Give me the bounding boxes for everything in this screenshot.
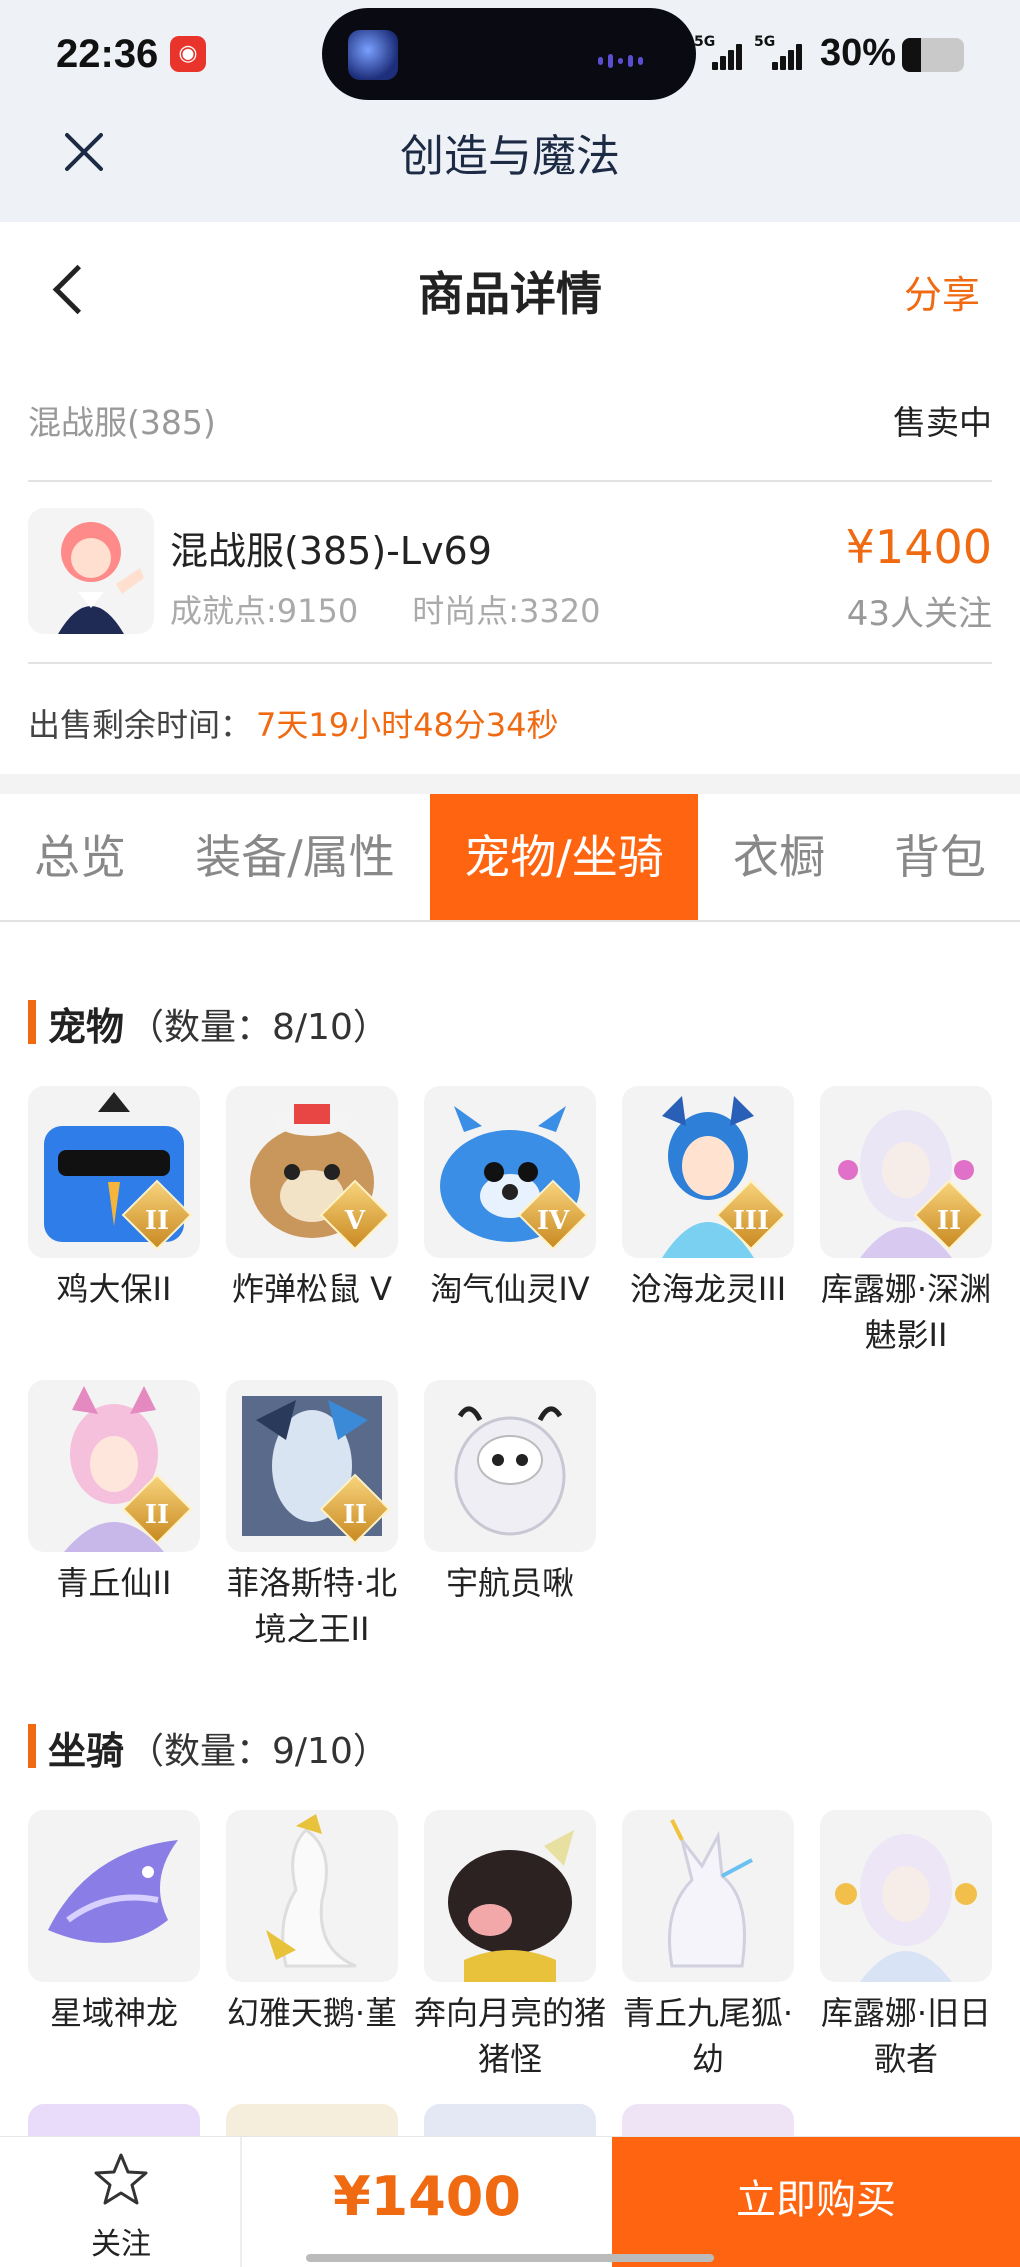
followers-count: 43人关注 — [846, 594, 992, 634]
sale-status: 售卖中 — [893, 403, 992, 442]
bottom-price: ¥1400 — [333, 2165, 521, 2228]
mount-thumbnail — [226, 1810, 398, 1982]
mount-item[interactable]: 幻雅天鹅·堇 — [226, 1810, 398, 2036]
battery-percent: 30% — [820, 32, 897, 74]
app-title: 创造与魔法 — [400, 131, 620, 182]
mount-item[interactable]: 库露娜·旧日歌者 — [820, 1810, 992, 2082]
pet-item[interactable]: V 炸弹松鼠 V — [226, 1086, 398, 1312]
netease-cloud-music-icon: ◉ — [170, 36, 206, 72]
status-time: 22:36 — [56, 32, 159, 76]
pet-thumbnail: II — [820, 1086, 992, 1258]
mount-thumbnail — [622, 1810, 794, 1982]
pets-count: （数量：8/10） — [128, 1007, 389, 1048]
share-button[interactable]: 分享 — [904, 264, 980, 319]
character-row[interactable]: 混战服(385)-Lv69 成就点:9150 时尚点:3320 ¥1400 43人… — [0, 484, 1020, 662]
mount-item[interactable]: 奔向月亮的猪猪怪 — [414, 1810, 606, 2082]
status-bar: 22:36 ◉ 5G 5G 30% — [0, 0, 1020, 110]
signal-2-icon: 5G — [754, 34, 808, 70]
pet-name: 鸡大保II — [56, 1270, 172, 1308]
pet-item[interactable]: III 沧海龙灵III — [622, 1086, 794, 1312]
music-app-icon — [348, 30, 398, 80]
dynamic-island[interactable] — [322, 8, 696, 100]
app-header: 创造与魔法 — [0, 110, 1020, 222]
pet-item[interactable]: II 库露娜·深渊魅影II — [820, 1086, 992, 1358]
mount-name: 库露娜·旧日歌者 — [820, 1994, 992, 2078]
pet-name: 青丘仙II — [56, 1564, 172, 1602]
follow-label: 关注 — [91, 2227, 151, 2262]
detail-tabs: 总览 装备/属性 宠物/坐骑 衣橱 背包 — [0, 794, 1020, 922]
tab-overview[interactable]: 总览 — [0, 794, 160, 920]
server-row: 混战服(385) 售卖中 — [0, 352, 1020, 482]
mount-name: 青丘九尾狐·幼 — [622, 1994, 794, 2078]
tab-backpack[interactable]: 背包 — [860, 794, 1020, 920]
star-icon — [94, 2153, 148, 2205]
audio-wave-icon — [598, 50, 656, 68]
mount-name: 星域神龙 — [49, 1994, 178, 2032]
divider — [28, 480, 992, 482]
character-price: ¥1400 — [845, 520, 992, 574]
sale-time-label: 出售剩余时间： — [28, 706, 253, 744]
pet-tier: V — [344, 1206, 366, 1236]
section-accent-bar — [28, 1724, 36, 1768]
pets-title: 宠物 — [48, 1005, 125, 1049]
mount-item[interactable]: 青丘九尾狐·幼 — [622, 1810, 794, 2082]
pet-item[interactable]: II 青丘仙II — [28, 1380, 200, 1606]
pet-thumbnail — [424, 1380, 596, 1552]
pet-name: 菲洛斯特·北境之王II — [226, 1564, 398, 1648]
mounts-title: 坐骑 — [48, 1729, 125, 1773]
home-indicator[interactable] — [306, 2254, 714, 2262]
pet-tier: II — [342, 1500, 368, 1530]
pet-tier: III — [732, 1206, 770, 1236]
battery-icon — [902, 38, 964, 72]
section-gap — [0, 774, 1020, 794]
pet-thumbnail: II — [28, 1380, 200, 1552]
pet-name: 库露娜·深渊魅影II — [820, 1270, 992, 1354]
tab-equipment[interactable]: 装备/属性 — [160, 794, 430, 920]
pet-tier: II — [144, 1500, 170, 1530]
pet-item[interactable]: 宇航员啾 — [424, 1380, 596, 1606]
pet-name: 宇航员啾 — [445, 1564, 574, 1602]
pet-thumbnail: V — [226, 1086, 398, 1258]
achievement-points: 成就点:9150 — [170, 592, 359, 630]
pet-thumbnail: II — [226, 1380, 398, 1552]
mount-thumbnail — [424, 1810, 596, 1982]
character-name: 混战服(385)-Lv69 — [170, 529, 492, 573]
sale-time-row: 出售剩余时间： 7天19小时48分34秒 — [0, 664, 1020, 774]
fashion-points: 时尚点:3320 — [412, 592, 601, 630]
pet-name: 炸弹松鼠 V — [231, 1270, 393, 1308]
pet-thumbnail: IV — [424, 1086, 596, 1258]
buy-now-button[interactable]: 立即购买 — [612, 2137, 1020, 2267]
pet-tier: IV — [536, 1206, 570, 1236]
pet-thumbnail: III — [622, 1086, 794, 1258]
follow-button[interactable]: 关注 — [0, 2137, 242, 2267]
page-title: 商品详情 — [418, 267, 602, 321]
pet-tier: II — [144, 1206, 170, 1236]
sale-time-value: 7天19小时48分34秒 — [256, 706, 559, 744]
pet-item[interactable]: II 菲洛斯特·北境之王II — [226, 1380, 398, 1652]
bottom-action-bar: 关注 ¥1400 立即购买 — [0, 2136, 1020, 2267]
tab-pets-mounts[interactable]: 宠物/坐骑 — [430, 794, 698, 920]
pet-name: 淘气仙灵IV — [430, 1270, 590, 1308]
mount-thumbnail — [820, 1810, 992, 1982]
mounts-count: （数量：9/10） — [128, 1731, 389, 1772]
pet-item[interactable]: II 鸡大保II — [28, 1086, 200, 1312]
mount-item[interactable]: 星域神龙 — [28, 1810, 200, 2036]
section-accent-bar — [28, 1000, 36, 1044]
mount-thumbnail — [28, 1810, 200, 1982]
pet-thumbnail: II — [28, 1086, 200, 1258]
server-name: 混战服(385) — [28, 403, 216, 442]
mount-name: 奔向月亮的猪猪怪 — [413, 1994, 606, 2078]
pet-tier: II — [936, 1206, 962, 1236]
pet-name: 沧海龙灵III — [629, 1270, 787, 1308]
top-area: 22:36 ◉ 5G 5G 30% 创造与魔法 — [0, 0, 1020, 222]
mount-name: 幻雅天鹅·堇 — [226, 1994, 398, 2032]
page-header: 商品详情 分享 — [0, 222, 1020, 352]
character-avatar — [28, 508, 154, 634]
pet-item[interactable]: IV 淘气仙灵IV — [424, 1086, 596, 1312]
tab-wardrobe[interactable]: 衣橱 — [698, 794, 860, 920]
character-points: 成就点:9150 时尚点:3320 — [170, 586, 654, 632]
signal-1-icon: 5G — [694, 34, 748, 70]
